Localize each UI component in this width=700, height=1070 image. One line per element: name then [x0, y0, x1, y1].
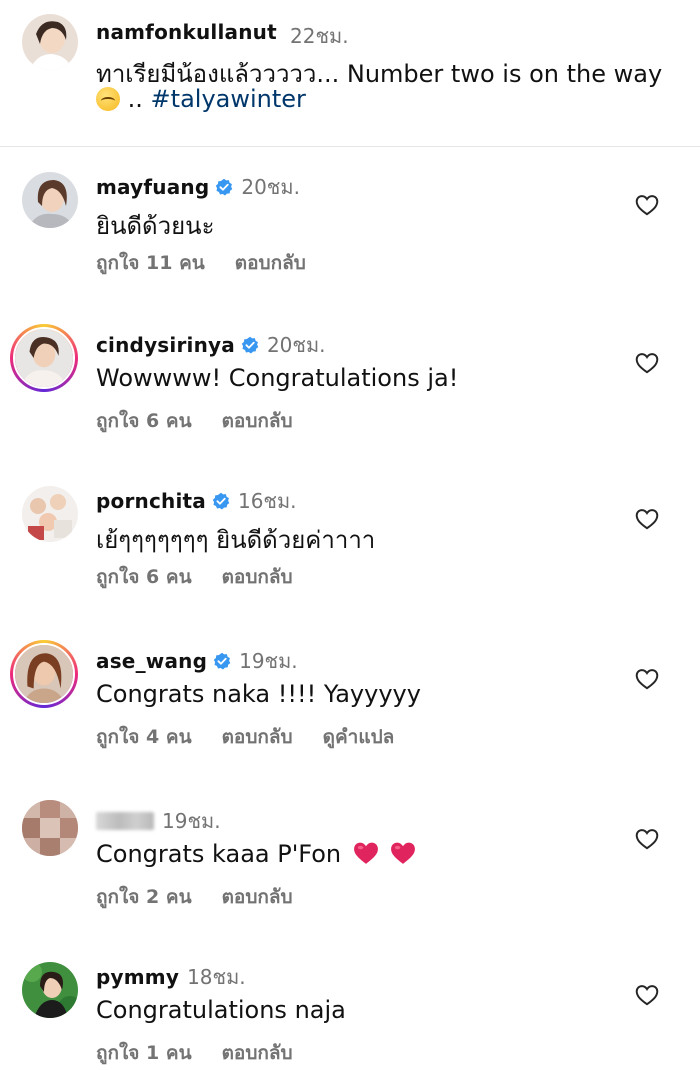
comment-text: Congrats kaaa P'Fon [96, 840, 416, 868]
verified-badge-icon [212, 492, 230, 510]
verified-badge-icon [216, 178, 233, 196]
comment-item: pornchita 16ชม. เย้ๆๆๆๆๆๆๆ ยินดีด้วยค่าา… [0, 486, 700, 636]
blurred-username[interactable] [96, 812, 154, 830]
upside-down-face-icon [96, 87, 120, 111]
comment-text: Congrats naka !!!! Yayyyyy [96, 680, 421, 708]
comment-item: cindysirinya 20ชม. Wowwww! Congratulatio… [0, 324, 700, 480]
comment-text: Wowwww! Congratulations ja! [96, 364, 459, 392]
likes-count[interactable]: ถูกใจ 1 คน [96, 1038, 192, 1068]
comment-item: mayfuang 20ชม. ยินดีด้วยนะ ถูกใจ 11 คน ต… [0, 172, 700, 322]
commenter-avatar[interactable] [22, 486, 78, 542]
commenter-username[interactable]: ase_wang [96, 649, 207, 673]
commenter-avatar[interactable] [22, 172, 78, 228]
like-heart-icon[interactable] [634, 826, 660, 852]
red-heart-emoji-icon [353, 842, 378, 864]
caption-ellipsis: .. [127, 85, 143, 113]
see-translation-button[interactable]: ดูคำแปล [323, 722, 395, 752]
likes-count[interactable]: ถูกใจ 4 คน [96, 722, 192, 752]
verified-badge-icon [213, 652, 231, 670]
caption-divider [0, 146, 700, 147]
reply-button[interactable]: ตอบกลับ [222, 406, 293, 436]
reply-button[interactable]: ตอบกลับ [222, 562, 293, 592]
comment-time: 16ชม. [237, 489, 297, 513]
like-heart-icon[interactable] [634, 982, 660, 1008]
verified-badge-icon [241, 336, 259, 354]
commenter-username[interactable]: cindysirinya [96, 333, 235, 357]
post-caption: namfonkullanut 22ชม. ทาเรียมีน้องแล้วววว… [0, 0, 700, 146]
caption-time: 22ชม. [290, 24, 349, 48]
like-heart-icon[interactable] [634, 192, 660, 218]
likes-count[interactable]: ถูกใจ 11 คน [96, 248, 205, 278]
commenter-username[interactable]: pornchita [96, 489, 206, 513]
comment-time: 20ชม. [266, 333, 326, 357]
reply-button[interactable]: ตอบกลับ [222, 722, 293, 752]
comment-text: Congratulations naja [96, 996, 346, 1024]
red-heart-emoji-icon [391, 842, 416, 864]
comment-text: ยินดีด้วยนะ [96, 212, 215, 240]
comment-item: pymmy 18ชม. Congratulations naja ถูกใจ 1… [0, 962, 700, 1070]
comment-time: 19ชม. [162, 809, 221, 833]
commenter-avatar-blurred[interactable] [22, 800, 78, 856]
commenter-avatar[interactable] [10, 640, 78, 708]
commenter-username[interactable]: mayfuang [96, 175, 209, 199]
caption-avatar[interactable] [22, 14, 78, 70]
likes-count[interactable]: ถูกใจ 2 คน [96, 882, 192, 912]
commenter-avatar[interactable] [10, 324, 78, 392]
comment-time: 19ชม. [239, 649, 298, 673]
comment-time: 18ชม. [187, 965, 246, 989]
likes-count[interactable]: ถูกใจ 6 คน [96, 406, 192, 436]
caption-text-line2: .. #talyawinter [96, 85, 306, 113]
commenter-avatar[interactable] [22, 962, 78, 1018]
reply-button[interactable]: ตอบกลับ [235, 248, 306, 278]
comment-text: เย้ๆๆๆๆๆๆๆ ยินดีด้วยค่าาาา [96, 526, 376, 554]
reply-button[interactable]: ตอบกลับ [222, 1038, 293, 1068]
caption-username[interactable]: namfonkullanut [96, 20, 277, 44]
like-heart-icon[interactable] [634, 506, 660, 532]
commenter-username[interactable]: pymmy [96, 965, 179, 989]
like-heart-icon[interactable] [634, 666, 660, 692]
comment-time: 20ชม. [241, 175, 300, 199]
caption-hashtag[interactable]: #talyawinter [151, 85, 306, 113]
like-heart-icon[interactable] [634, 350, 660, 376]
comment-text-body: Congrats kaaa P'Fon [96, 840, 342, 868]
reply-button[interactable]: ตอบกลับ [222, 882, 293, 912]
comment-item: ase_wang 19ชม. Congrats naka !!!! Yayyyy… [0, 640, 700, 796]
comment-item: 19ชม. Congrats kaaa P'Fon ถูกใจ 2 คน ตอบ… [0, 800, 700, 956]
likes-count[interactable]: ถูกใจ 6 คน [96, 562, 192, 592]
